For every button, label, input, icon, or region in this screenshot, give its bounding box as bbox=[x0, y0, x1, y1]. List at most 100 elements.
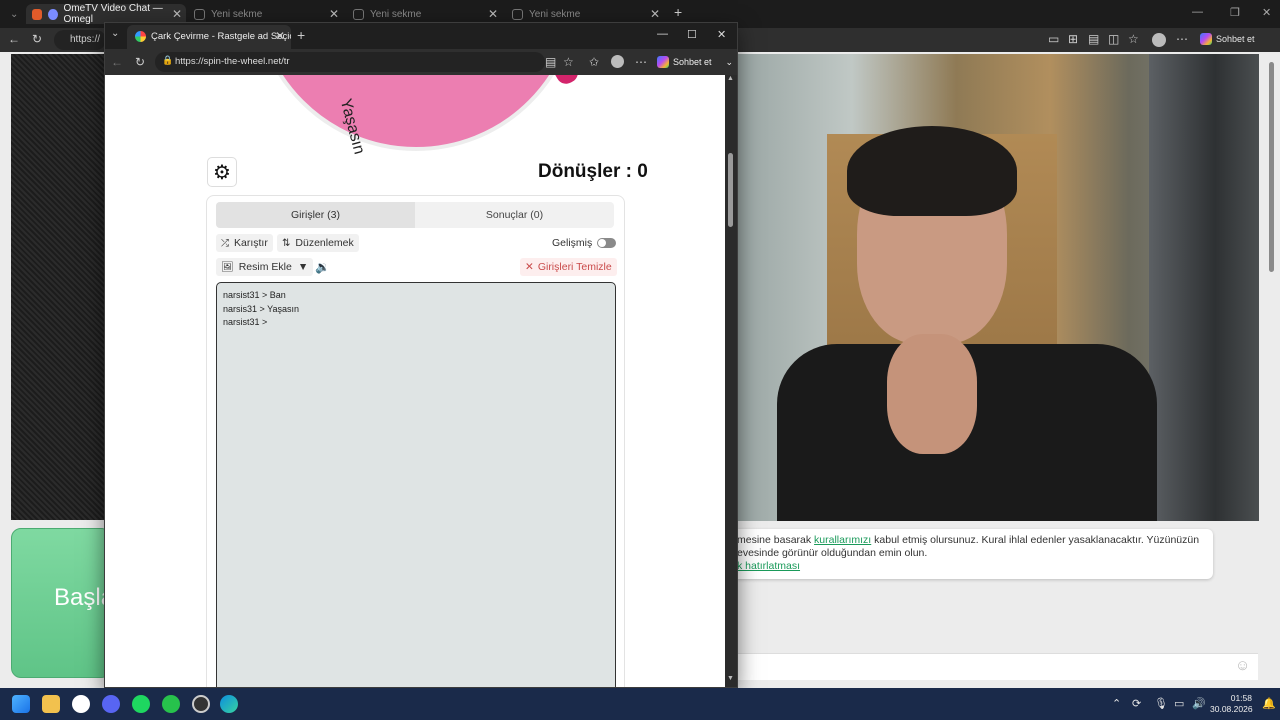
entry-line: narsist31 > Ban bbox=[223, 290, 286, 300]
close-tab-icon[interactable]: ✕ bbox=[488, 7, 498, 21]
refresh-icon[interactable]: ↻ bbox=[32, 32, 42, 46]
sort-icon: ⇅ bbox=[282, 238, 291, 249]
restore-button[interactable]: ❐ bbox=[1230, 6, 1240, 19]
back-arrow-icon[interactable]: ← bbox=[8, 32, 20, 46]
person-hands bbox=[887, 334, 977, 454]
obs-icon[interactable] bbox=[192, 695, 210, 713]
file-explorer-icon[interactable] bbox=[42, 695, 60, 713]
entries-textarea[interactable]: narsist31 > Ban narsis31 > Yaşasın narsi… bbox=[216, 282, 616, 687]
entries-panel: Girişler (3) Sonuçlar (0) ⤮ Karıştır ⇅ Düz… bbox=[206, 195, 625, 687]
tab-new-1[interactable]: Yeni sekme ✕ bbox=[188, 4, 343, 24]
tab-entries[interactable]: Girişler (3) bbox=[216, 202, 415, 228]
chat-message-input[interactable] bbox=[737, 653, 1258, 680]
reader-icon[interactable]: ▤ bbox=[1088, 32, 1099, 46]
rules-text: kabul etmiş olursunuz. Kural ihlal edenl… bbox=[871, 534, 1200, 546]
spin-counter: Dönüşler : 0 bbox=[538, 161, 648, 182]
maximize-button[interactable]: ☐ bbox=[687, 28, 697, 41]
ometv-favicon-icon bbox=[32, 8, 42, 20]
scrollbar-thumb[interactable] bbox=[1269, 62, 1274, 272]
spin-counter-label: Dönüşler bbox=[538, 161, 621, 182]
add-image-label: Resim Ekle bbox=[238, 261, 292, 273]
chevron-down-icon: ⌄ bbox=[725, 56, 734, 67]
network-icon[interactable]: ▭ bbox=[1174, 697, 1184, 710]
close-window-button[interactable]: ✕ bbox=[1262, 6, 1271, 19]
own-video-feed bbox=[11, 54, 111, 520]
reminder-link[interactable]: k hatırlatması bbox=[737, 560, 800, 572]
tab-new-3[interactable]: Yeni sekme ✕ bbox=[506, 4, 664, 24]
volume-icon[interactable]: 🔊 bbox=[1192, 697, 1206, 710]
address-bar[interactable]: 🔒 https://spin-the-wheel.net/tr bbox=[155, 52, 545, 72]
page-scrollbar[interactable]: ▲ ▼ bbox=[725, 75, 737, 687]
split-screen-icon[interactable]: ◫ bbox=[1108, 32, 1119, 46]
yandex-browser-icon[interactable] bbox=[72, 695, 90, 713]
tab-new-2[interactable]: Yeni sekme ✕ bbox=[347, 4, 502, 24]
edge-icon[interactable] bbox=[220, 695, 238, 713]
more-icon[interactable]: ⋯ bbox=[1176, 32, 1188, 46]
app-icon[interactable] bbox=[162, 695, 180, 713]
favorite-star-icon[interactable]: ☆ bbox=[563, 55, 574, 69]
profile-avatar[interactable] bbox=[611, 55, 624, 68]
copilot-icon bbox=[1200, 33, 1212, 45]
camera-icon[interactable]: ▭ bbox=[1048, 32, 1059, 46]
lock-icon: 🔒 bbox=[162, 55, 174, 65]
microphone-icon[interactable]: 🎙 bbox=[1154, 697, 1168, 710]
new-tab-button[interactable]: + bbox=[668, 2, 688, 22]
back-arrow-icon[interactable]: ← bbox=[111, 55, 123, 69]
foreground-toolbar: ← ↻ 🔒 https://spin-the-wheel.net/tr ▤ ☆ … bbox=[105, 49, 737, 75]
sort-button[interactable]: ⇅ Düzenlemek bbox=[277, 234, 359, 252]
copilot-chat-button[interactable]: Sohbet et bbox=[1200, 33, 1255, 45]
chevron-up-icon[interactable]: ⌃ bbox=[1112, 697, 1121, 710]
profile-avatar[interactable] bbox=[1152, 33, 1166, 47]
scrollbar-thumb[interactable] bbox=[728, 153, 733, 227]
copilot-chat-button[interactable]: Sohbet et ⌄ bbox=[657, 56, 733, 68]
more-icon[interactable]: ⋯ bbox=[635, 55, 647, 69]
close-tab-icon[interactable]: ✕ bbox=[329, 7, 339, 21]
tab-label: Çark Çevirme - Rastgele ad Seçici bbox=[151, 31, 291, 42]
spin-wheel-page: Yaşasın ⚙ Dönüşler : 0 Girişler (3) Sonu… bbox=[105, 75, 725, 687]
address-bar[interactable]: https:// bbox=[54, 30, 106, 50]
favorite-star-icon[interactable]: ☆ bbox=[1128, 32, 1139, 46]
advanced-toggle[interactable] bbox=[597, 238, 616, 248]
clear-entries-button[interactable]: ✕ Girişleri Temizle bbox=[520, 258, 617, 276]
close-window-button[interactable]: ✕ bbox=[717, 28, 726, 41]
add-image-button[interactable]: 🖼 Resim Ekle ▼ bbox=[216, 258, 314, 276]
settings-button[interactable]: ⚙ bbox=[207, 157, 237, 187]
omegle-favicon-icon bbox=[47, 8, 58, 20]
close-tab-icon[interactable]: ✕ bbox=[275, 29, 285, 43]
tab-ometv[interactable]: OmeTV Video Chat — Omegl ✕ bbox=[26, 3, 186, 25]
background-scrollbar[interactable] bbox=[1268, 56, 1276, 686]
tab-spin-wheel[interactable]: Çark Çevirme - Rastgele ad Seçici ✕ bbox=[127, 25, 291, 49]
rules-link[interactable]: kurallarımızı bbox=[814, 534, 871, 546]
tab-results[interactable]: Sonuçlar (0) bbox=[415, 202, 614, 228]
spin-wheel[interactable] bbox=[253, 75, 579, 151]
minimize-button[interactable]: — bbox=[657, 28, 668, 40]
reader-icon[interactable]: ▤ bbox=[545, 55, 556, 69]
refresh-icon[interactable]: ↻ bbox=[135, 55, 145, 69]
rules-line-1: mesine basarak kurallarımızı kabul etmiş… bbox=[737, 534, 1213, 547]
clock-time: 01:58 bbox=[1230, 693, 1252, 703]
sync-icon[interactable]: ⟳ bbox=[1132, 697, 1141, 710]
tab-list-dropdown[interactable]: ⌄ bbox=[4, 4, 22, 24]
page-icon bbox=[353, 8, 364, 20]
minimize-button[interactable]: — bbox=[1192, 6, 1203, 18]
close-icon: ✕ bbox=[525, 261, 534, 273]
close-tab-icon[interactable]: ✕ bbox=[172, 7, 182, 21]
tab-list-dropdown[interactable]: ⌄ bbox=[111, 28, 119, 39]
spotify-icon[interactable] bbox=[132, 695, 150, 713]
windows-start-icon[interactable] bbox=[12, 695, 30, 713]
speaker-icon[interactable]: 🔉 bbox=[315, 260, 330, 274]
shuffle-button[interactable]: ⤮ Karıştır bbox=[216, 234, 273, 252]
url-text: https:// bbox=[70, 34, 101, 45]
emoji-icon[interactable]: ☺ bbox=[1235, 657, 1250, 674]
system-clock[interactable]: 01:58 30.08.2026 bbox=[1210, 693, 1253, 715]
discord-icon[interactable] bbox=[102, 695, 120, 713]
close-tab-icon[interactable]: ✕ bbox=[650, 7, 660, 21]
apps-icon[interactable]: ⊞ bbox=[1068, 32, 1078, 46]
scroll-down-icon[interactable]: ▼ bbox=[727, 675, 734, 682]
scroll-up-icon[interactable]: ▲ bbox=[727, 75, 734, 82]
new-tab-button[interactable]: + bbox=[297, 27, 305, 43]
start-button[interactable]: Başla bbox=[11, 528, 114, 678]
favorites-icon[interactable]: ✩ bbox=[589, 55, 599, 69]
notifications-icon[interactable]: 🔔 bbox=[1262, 697, 1276, 710]
person-hair bbox=[847, 126, 1017, 216]
